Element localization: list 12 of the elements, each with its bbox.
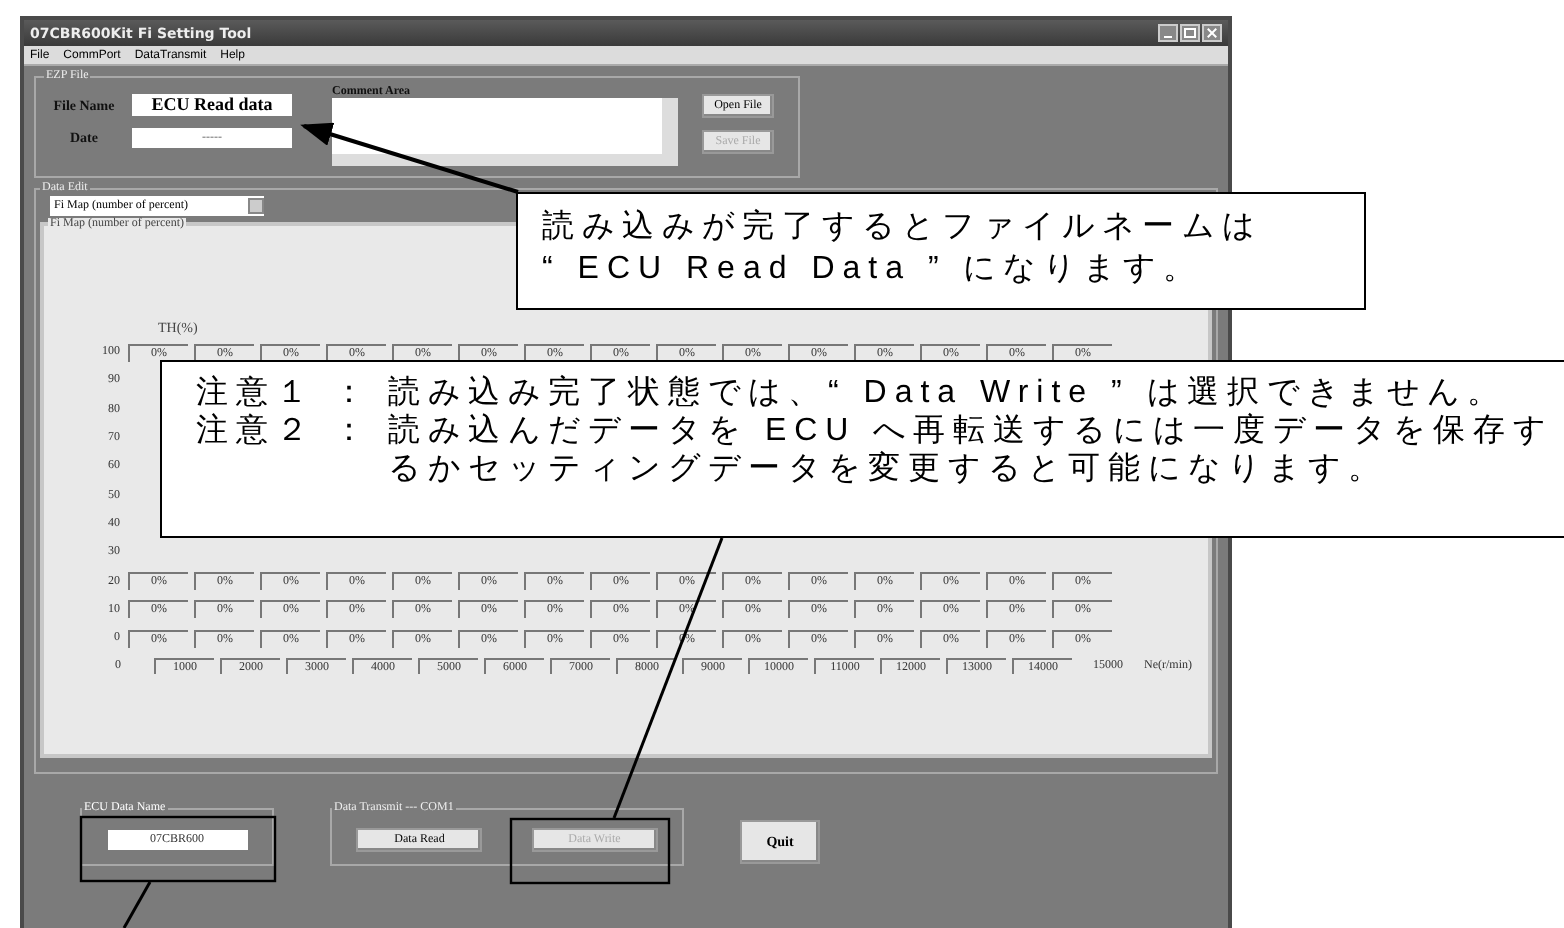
note-text: 読み込んだデータを ECU へ再転送するには一度データを保存するかセッティングデータを変更すると可能になります。 bbox=[388, 412, 1556, 488]
leader-line bbox=[122, 881, 152, 928]
callout-text: “ ECU Read Data ” になります。 bbox=[542, 250, 1206, 290]
note-text: 読み込み完了状態では、“ Data Write ” は選択できません。 bbox=[388, 374, 1509, 412]
note-label: 注意２ ： bbox=[196, 412, 375, 452]
comment-text-area[interactable] bbox=[332, 98, 678, 166]
minimize-icon[interactable] bbox=[1158, 24, 1178, 42]
file-name-field[interactable]: ECU Read data bbox=[132, 94, 292, 116]
maximize-icon[interactable] bbox=[1180, 24, 1200, 42]
note-label: 注意１ ： bbox=[196, 374, 375, 412]
close-icon[interactable] bbox=[1202, 24, 1222, 42]
callout-text: 読み込みが完了するとファイルネームは bbox=[542, 207, 1264, 248]
